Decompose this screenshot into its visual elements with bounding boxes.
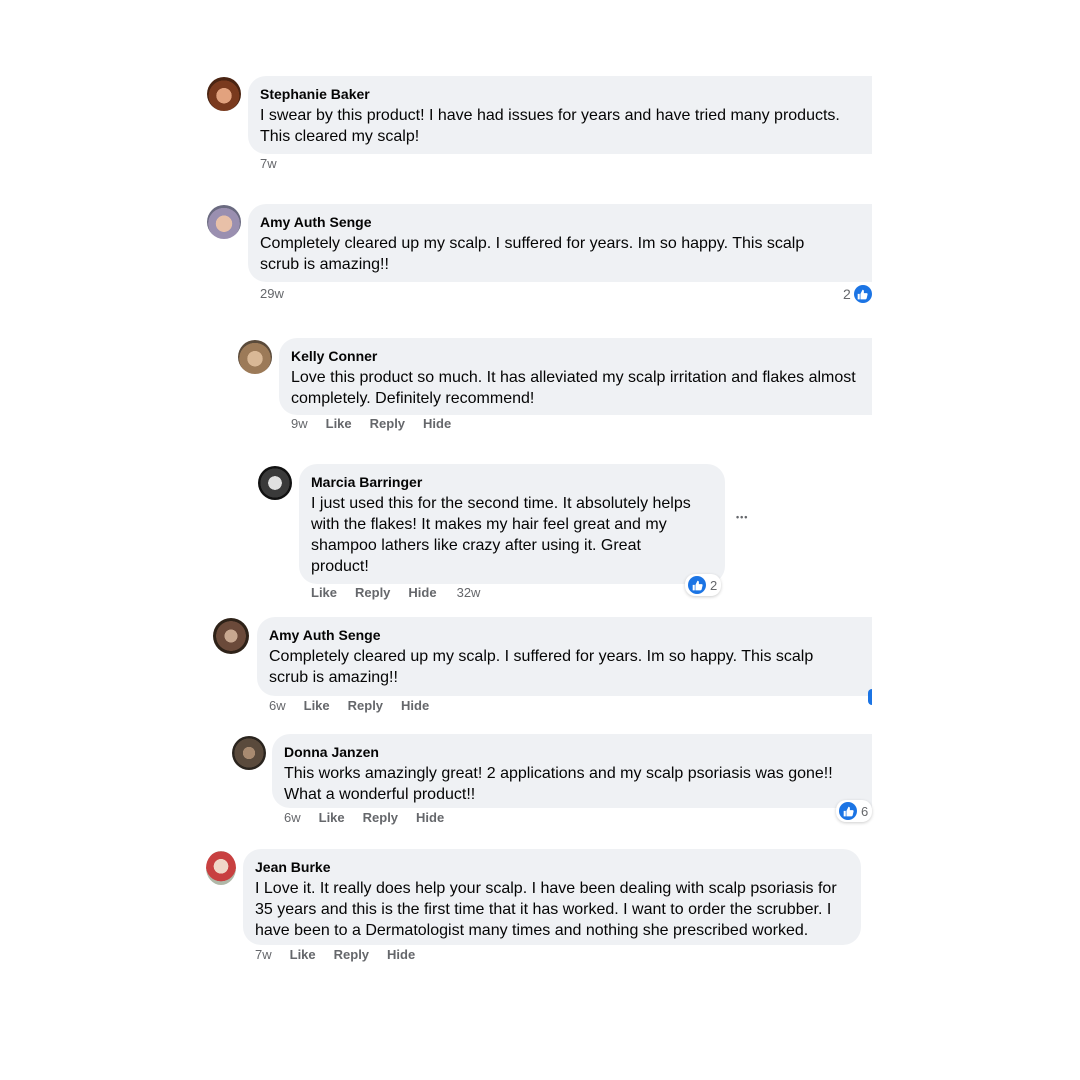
comment-meta: 29w xyxy=(260,286,302,302)
comment-meta: Like Reply Hide 32w xyxy=(311,585,480,601)
comment-timestamp[interactable]: 29w xyxy=(260,286,284,302)
hide-button[interactable]: Hide xyxy=(416,810,444,826)
comment-bubble: Kelly Conner Love this product so much. … xyxy=(279,338,872,415)
like-reaction-icon xyxy=(688,576,706,594)
comment-bubble: Marcia Barringer I just used this for th… xyxy=(299,464,725,584)
comment-text-line: shampoo lathers like crazy after using i… xyxy=(311,537,641,554)
comment-meta: 6w Like Reply Hide xyxy=(269,698,447,714)
reaction-count[interactable]: 2 xyxy=(685,574,722,596)
comment-text-line: with the flakes! It makes my hair feel g… xyxy=(311,516,667,533)
comment-text-line: 35 years and this is the first time that… xyxy=(255,901,832,918)
comment-text-line: scrub is amazing!! xyxy=(260,256,389,273)
comment-text-line: I Love it. It really does help your scal… xyxy=(255,880,837,897)
comment-timestamp[interactable]: 7w xyxy=(255,947,272,963)
comment-author[interactable]: Amy Auth Senge xyxy=(260,213,860,231)
comment-author[interactable]: Amy Auth Senge xyxy=(269,626,860,644)
reply-button[interactable]: Reply xyxy=(334,947,369,963)
comment-meta: 6w Like Reply Hide xyxy=(284,810,462,826)
hide-button[interactable]: Hide xyxy=(423,416,451,432)
comment-bubble: Jean Burke I Love it. It really does hel… xyxy=(243,849,861,945)
comment-timestamp[interactable]: 6w xyxy=(284,810,301,826)
comment-text-line: What a wonderful product!! xyxy=(284,786,476,803)
comment-timestamp[interactable]: 7w xyxy=(260,156,277,172)
avatar[interactable] xyxy=(232,736,266,770)
comment-text-line: This works amazingly great! 2 applicatio… xyxy=(284,765,833,782)
reaction-number: 6 xyxy=(861,803,869,819)
reply-button[interactable]: Reply xyxy=(355,585,390,601)
comment-bubble: Donna Janzen This works amazingly great!… xyxy=(272,734,872,808)
comment-timestamp[interactable]: 32w xyxy=(457,585,481,601)
like-reaction-icon xyxy=(839,802,857,820)
comment-timestamp[interactable]: 9w xyxy=(291,416,308,432)
comment-meta: 9w Like Reply Hide xyxy=(291,416,469,432)
avatar[interactable] xyxy=(258,466,292,500)
more-options-icon[interactable]: ••• xyxy=(736,512,748,522)
comment-meta: 7w xyxy=(260,156,295,172)
comment-author[interactable]: Donna Janzen xyxy=(284,743,860,761)
like-button[interactable]: Like xyxy=(311,585,337,601)
reaction-count[interactable]: 2 xyxy=(843,285,872,303)
like-reaction-icon xyxy=(853,285,872,303)
hide-button[interactable]: Hide xyxy=(387,947,415,963)
avatar[interactable] xyxy=(213,618,249,654)
avatar[interactable] xyxy=(207,77,241,111)
reaction-count[interactable]: 6 xyxy=(836,800,873,822)
comment-author[interactable]: Marcia Barringer xyxy=(311,473,713,491)
reply-button[interactable]: Reply xyxy=(348,698,383,714)
hide-button[interactable]: Hide xyxy=(401,698,429,714)
comment-bubble: Amy Auth Senge Completely cleared up my … xyxy=(248,204,872,282)
like-button[interactable]: Like xyxy=(319,810,345,826)
like-button[interactable]: Like xyxy=(326,416,352,432)
comment-text-line: I swear by this product! I have had issu… xyxy=(260,107,840,124)
hide-button[interactable]: Hide xyxy=(408,585,436,601)
comment-text-line: completely. Definitely recommend! xyxy=(291,390,535,407)
reaction-badge-edge xyxy=(868,689,872,705)
comment-author[interactable]: Kelly Conner xyxy=(291,347,860,365)
comment-text-line: Love this product so much. It has allevi… xyxy=(291,369,856,386)
comment-bubble: Stephanie Baker I swear by this product!… xyxy=(248,76,872,154)
comment-text-line: have been to a Dermatologist many times … xyxy=(255,922,809,939)
comment-text-line: I just used this for the second time. It… xyxy=(311,495,691,512)
comment-text-line: Completely cleared up my scalp. I suffer… xyxy=(269,648,814,665)
comment-text-line: This cleared my scalp! xyxy=(260,128,420,145)
reaction-number: 2 xyxy=(710,577,718,593)
comment-author[interactable]: Jean Burke xyxy=(255,858,849,876)
comment-bubble: Amy Auth Senge Completely cleared up my … xyxy=(257,617,872,696)
comment-text-line: product! xyxy=(311,558,369,575)
comment-text-line: scrub is amazing!! xyxy=(269,669,398,686)
reply-button[interactable]: Reply xyxy=(370,416,405,432)
like-button[interactable]: Like xyxy=(304,698,330,714)
reply-button[interactable]: Reply xyxy=(363,810,398,826)
comment-text-line: Completely cleared up my scalp. I suffer… xyxy=(260,235,805,252)
avatar[interactable] xyxy=(207,205,241,239)
reaction-number: 2 xyxy=(843,286,851,302)
like-button[interactable]: Like xyxy=(290,947,316,963)
comment-timestamp[interactable]: 6w xyxy=(269,698,286,714)
comment-author[interactable]: Stephanie Baker xyxy=(260,85,860,103)
avatar[interactable] xyxy=(206,851,236,885)
avatar[interactable] xyxy=(238,340,272,374)
comment-meta: 7w Like Reply Hide xyxy=(255,947,433,963)
